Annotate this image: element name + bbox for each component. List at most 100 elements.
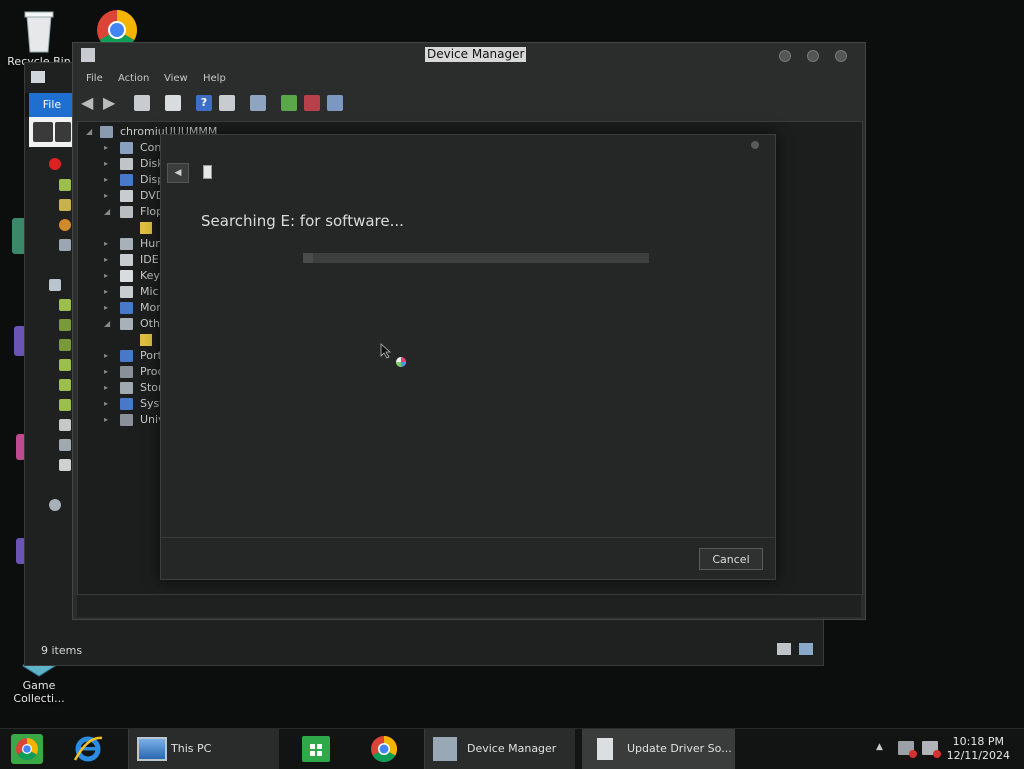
explorer-back-button[interactable] — [33, 122, 53, 142]
device-category-icon — [120, 302, 133, 314]
dialog-close-button[interactable] — [751, 141, 759, 149]
device-category-label: Port — [140, 349, 162, 362]
device-manager-titlebar[interactable]: Device Manager — [73, 43, 865, 69]
store-icon — [310, 744, 322, 756]
device-category-icon — [120, 270, 133, 282]
network-disconnected-icon[interactable] — [898, 741, 917, 758]
sidebar-drive-icon[interactable] — [59, 439, 71, 451]
show-hide-console-tree-icon[interactable] — [134, 95, 150, 111]
device-category-icon — [120, 286, 133, 298]
internet-explorer-taskbar-icon[interactable] — [72, 734, 104, 764]
trash-icon — [24, 11, 54, 53]
chrome-taskbar-icon[interactable] — [369, 734, 399, 764]
cancel-button[interactable]: Cancel — [699, 548, 763, 570]
taskbar-device-manager[interactable]: Device Manager — [424, 729, 575, 769]
sidebar-folder-icon[interactable] — [59, 359, 71, 371]
expand-arrow-icon[interactable]: ▸ — [104, 172, 108, 188]
expand-arrow-icon[interactable]: ▸ — [104, 252, 108, 268]
properties-icon[interactable] — [165, 95, 181, 111]
device-category-label: Oth — [140, 317, 160, 330]
expand-arrow-icon[interactable]: ▸ — [104, 412, 108, 428]
explorer-file-tab[interactable]: File — [29, 93, 75, 117]
collapse-arrow-icon[interactable]: ◢ — [104, 204, 110, 220]
update-driver-icon[interactable] — [281, 95, 297, 111]
volume-muted-icon[interactable] — [922, 741, 941, 758]
expand-arrow-icon[interactable]: ▸ — [104, 140, 108, 156]
sidebar-folder-icon[interactable] — [59, 339, 71, 351]
sidebar-this-pc-icon[interactable] — [49, 279, 61, 291]
expand-arrow-icon[interactable]: ▸ — [104, 396, 108, 412]
game-collection-label: Game Collecti... — [13, 679, 65, 705]
large-icons-view-icon[interactable] — [799, 643, 813, 655]
expand-arrow-icon[interactable]: ▸ — [104, 348, 108, 364]
menu-help[interactable]: Help — [203, 73, 226, 84]
taskbar-update-driver[interactable]: Update Driver So... — [582, 729, 735, 769]
sidebar-folder-icon[interactable] — [59, 319, 71, 331]
device-category-icon — [120, 350, 133, 362]
taskbar-update-driver-label: Update Driver So... — [627, 742, 732, 755]
clock-date: 12/11/2024 — [946, 749, 1010, 762]
expand-arrow-icon[interactable]: ▸ — [104, 364, 108, 380]
device-category-label: Mic — [140, 285, 159, 298]
explorer-titlebar-icon — [31, 71, 45, 83]
sidebar-folder-icon[interactable] — [59, 179, 71, 191]
expand-arrow-icon[interactable]: ▸ — [104, 284, 108, 300]
monitor-icon — [137, 737, 167, 761]
warning-device-icon[interactable] — [140, 334, 152, 346]
device-manager-title: Device Manager — [425, 47, 527, 62]
menu-file[interactable]: File — [86, 73, 103, 84]
collapse-arrow-icon[interactable]: ◢ — [86, 124, 92, 140]
explorer-forward-button[interactable] — [55, 122, 71, 142]
minimize-button[interactable] — [779, 50, 791, 62]
show-hidden-icons-chevron-icon[interactable]: ▲ — [876, 742, 883, 752]
explorer-nav-buttons — [29, 117, 75, 147]
close-button[interactable] — [835, 50, 847, 62]
disable-device-icon[interactable] — [327, 95, 343, 111]
system-clock[interactable]: 10:18 PM 12/11/2024 — [947, 735, 1010, 763]
forward-arrow-icon[interactable]: ▶ — [103, 95, 119, 111]
warning-device-icon[interactable] — [140, 222, 152, 234]
favorites-heart-icon[interactable] — [49, 158, 61, 170]
wizard-back-button[interactable]: ◀ — [167, 163, 189, 183]
menu-action[interactable]: Action — [118, 73, 149, 84]
start-chrome-icon — [11, 734, 43, 764]
device-category-icon — [120, 190, 133, 202]
sidebar-clock-icon[interactable] — [59, 219, 71, 231]
recycle-bin-desktop-icon[interactable]: Recycle Bin — [4, 8, 74, 68]
device-category-icon — [120, 206, 133, 218]
device-category-label: Key — [140, 269, 160, 282]
sidebar-drive-icon[interactable] — [59, 419, 71, 431]
expand-arrow-icon[interactable]: ▸ — [104, 236, 108, 252]
device-category-icon — [120, 142, 133, 154]
taskbar-this-pc[interactable]: This PC — [128, 729, 279, 769]
update-driver-dialog[interactable]: ◀ Searching E: for software... Cancel — [160, 134, 776, 580]
uninstall-device-icon[interactable] — [304, 95, 320, 111]
menu-view[interactable]: View — [164, 73, 188, 84]
expand-arrow-icon[interactable]: ▸ — [104, 300, 108, 316]
sidebar-folder-icon[interactable] — [59, 399, 71, 411]
maximize-button[interactable] — [807, 50, 819, 62]
expand-arrow-icon[interactable]: ▸ — [104, 268, 108, 284]
wizard-heading: Searching E: for software... — [201, 212, 404, 230]
sidebar-folder-icon[interactable] — [59, 199, 71, 211]
back-arrow-icon[interactable]: ◀ — [81, 95, 97, 111]
expand-arrow-icon[interactable]: ▸ — [104, 156, 108, 172]
taskbar-device-manager-label: Device Manager — [467, 742, 557, 755]
store-taskbar-icon[interactable] — [302, 736, 330, 762]
help-icon[interactable]: ? — [196, 95, 212, 111]
details-view-icon[interactable] — [777, 643, 791, 655]
scan-hardware-icon[interactable] — [250, 95, 266, 111]
update-driver-window-icon — [597, 738, 613, 760]
action-pane-icon[interactable] — [219, 95, 235, 111]
sidebar-drive-icon[interactable] — [59, 459, 71, 471]
sidebar-network-icon[interactable] — [49, 499, 61, 511]
collapse-arrow-icon[interactable]: ◢ — [104, 316, 110, 332]
sidebar-folder-icon[interactable] — [59, 379, 71, 391]
device-category-icon — [120, 382, 133, 394]
expand-arrow-icon[interactable]: ▸ — [104, 380, 108, 396]
device-manager-icon — [433, 737, 457, 761]
start-button[interactable] — [10, 733, 44, 765]
sidebar-folder-icon[interactable] — [59, 299, 71, 311]
sidebar-computer-icon[interactable] — [59, 239, 71, 251]
expand-arrow-icon[interactable]: ▸ — [104, 188, 108, 204]
